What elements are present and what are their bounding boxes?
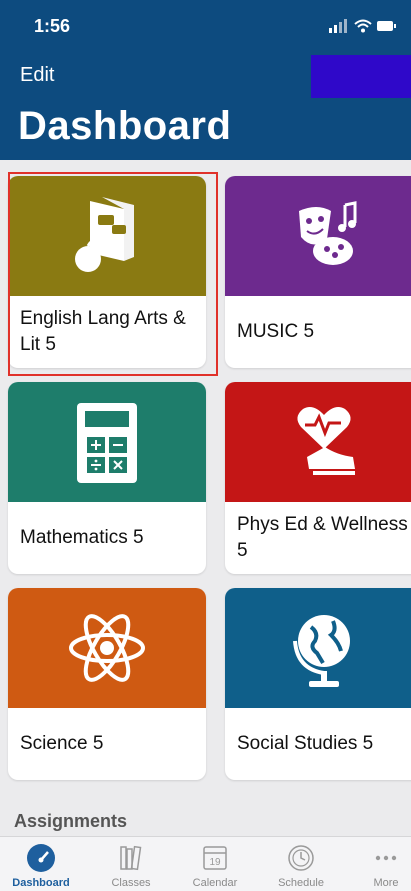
theater-masks-icon bbox=[299, 201, 357, 265]
assignments-section-title: Assignments bbox=[14, 811, 128, 831]
clock-icon bbox=[288, 845, 314, 871]
card-art bbox=[225, 588, 411, 708]
class-card-music[interactable]: MUSIC 5 bbox=[225, 176, 411, 368]
status-icons bbox=[329, 19, 396, 33]
books-apple-icon bbox=[75, 197, 134, 272]
atom-icon bbox=[69, 614, 145, 682]
card-label: Mathematics 5 bbox=[20, 527, 144, 549]
more-dots-icon bbox=[375, 855, 397, 861]
card-label: MUSIC 5 bbox=[237, 321, 315, 343]
tab-label: Dashboard bbox=[12, 877, 70, 889]
card-art bbox=[225, 176, 411, 296]
tab-label: Calendar bbox=[192, 877, 238, 889]
card-label: Science 5 bbox=[20, 733, 104, 755]
class-card-phys-ed[interactable]: Phys Ed & Wellness 5 bbox=[225, 382, 411, 574]
card-art bbox=[8, 588, 206, 708]
tab-dashboard[interactable]: Dashboard bbox=[0, 837, 82, 891]
tab-more[interactable]: More bbox=[345, 837, 411, 891]
card-art bbox=[8, 176, 206, 296]
edit-button[interactable]: Edit bbox=[20, 64, 54, 87]
svg-text:19: 19 bbox=[209, 857, 221, 868]
class-card-social-studies[interactable]: Social Studies 5 bbox=[225, 588, 411, 780]
card-label: Phys Ed & Wellness 5 bbox=[237, 514, 408, 561]
wifi-icon bbox=[354, 19, 372, 33]
tab-calendar[interactable]: 19 Calendar bbox=[174, 837, 256, 891]
redacted-block bbox=[311, 55, 411, 98]
books-icon bbox=[120, 845, 142, 871]
tab-label: More bbox=[373, 877, 399, 889]
page-title: Dashboard bbox=[18, 104, 232, 148]
dashboard-content[interactable]: English Lang Arts & Lit 5 MUSIC 5 Mathem… bbox=[0, 160, 411, 836]
signal-icon bbox=[329, 19, 347, 33]
tab-classes[interactable]: Classes bbox=[90, 837, 172, 891]
heart-sneaker-icon bbox=[297, 407, 355, 475]
globe-icon bbox=[293, 615, 350, 687]
tab-label: Schedule bbox=[278, 877, 324, 889]
class-card-science[interactable]: Science 5 bbox=[8, 588, 206, 780]
card-art bbox=[8, 382, 206, 502]
dashboard-gauge-icon bbox=[27, 844, 55, 872]
calculator-icon bbox=[77, 403, 137, 483]
card-art bbox=[225, 382, 411, 502]
app-header: 1:56 Edit Dashboard bbox=[0, 0, 411, 160]
calendar-icon: 19 bbox=[203, 846, 227, 870]
card-label: Social Studies 5 bbox=[237, 733, 374, 755]
tab-schedule[interactable]: Schedule bbox=[260, 837, 342, 891]
class-card-mathematics[interactable]: Mathematics 5 bbox=[8, 382, 206, 574]
card-label: English Lang Arts & Lit 5 bbox=[20, 308, 186, 355]
battery-icon bbox=[377, 21, 396, 31]
tab-bar: Dashboard Classes 19 Calendar Schedule M… bbox=[0, 836, 411, 891]
tab-label: Classes bbox=[111, 877, 151, 889]
status-time: 1:56 bbox=[34, 16, 71, 36]
class-card-english[interactable]: English Lang Arts & Lit 5 bbox=[8, 176, 206, 368]
